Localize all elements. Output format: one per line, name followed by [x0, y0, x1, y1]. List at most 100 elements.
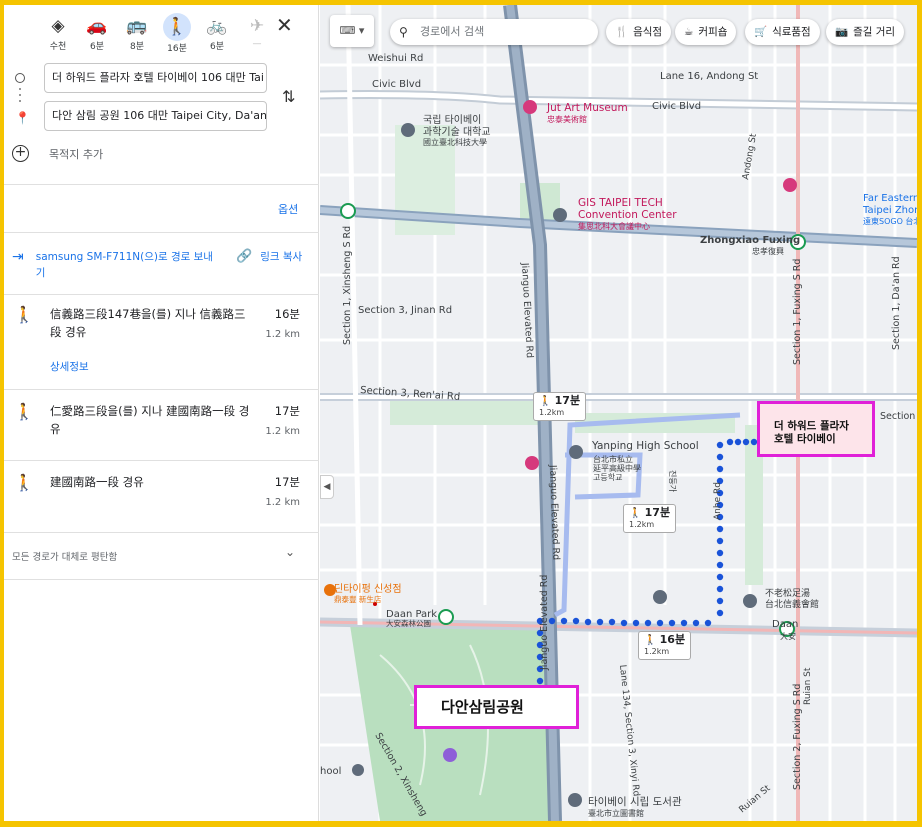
university-icon[interactable]: [401, 123, 415, 137]
mrt-station-icon[interactable]: [340, 203, 356, 219]
divider: [4, 232, 319, 233]
route-2-dist: 1.2 km: [265, 426, 300, 437]
label-jindong: 진둥가: [668, 470, 678, 493]
search-along-route-input[interactable]: ⚲ 경로에서 검색: [390, 19, 598, 45]
destination-pin-icon: 📍: [15, 111, 30, 125]
swap-icon[interactable]: ⇅: [282, 87, 295, 106]
label-jianguo-3: Jianguo Elevated Rd: [539, 575, 550, 671]
chip-things-label: 즐길 거리: [853, 26, 896, 38]
label-jinan: Section 3, Jinan Rd: [358, 305, 452, 316]
label-zhongxiao: Zhongxiao Fuxing: [700, 235, 800, 246]
label-yanping-zh1: 台北市私立: [593, 454, 633, 464]
walk-icon: 🚶: [539, 396, 552, 407]
mode-bike[interactable]: 🚲 6분: [199, 13, 235, 52]
label-daan-zh: 大安: [780, 631, 796, 641]
park-callout: 다안삼림공원: [414, 685, 579, 729]
app-frame: Weishui Rd Civic Blvd Civic Blvd Lane 16…: [4, 5, 917, 821]
mrt-station-icon-3[interactable]: [438, 609, 454, 625]
close-icon[interactable]: ✕: [276, 13, 293, 37]
label-gis-2: Convention Center: [578, 209, 677, 221]
mode-best-time: 수천: [49, 42, 67, 52]
library-icon[interactable]: [568, 793, 582, 807]
convention-icon[interactable]: [553, 208, 567, 222]
divider: [4, 294, 319, 295]
shopping-icon[interactable]: [783, 178, 797, 192]
send-to-phone-button[interactable]: ⇥ samsung SM-F711N(으)로 경로 보내기: [12, 249, 222, 281]
mode-flight[interactable]: ✈ —: [239, 13, 275, 49]
route-1-dist: 1.2 km: [265, 329, 300, 340]
route-tip-2[interactable]: 🚶 17분 1.2km: [623, 504, 677, 533]
chevron-down-icon[interactable]: ⌄: [285, 545, 295, 559]
label-library-zh: 臺北市立圖書館: [588, 808, 644, 818]
label-school-fragment: hool: [320, 766, 341, 777]
hotel-callout-line1: 더 하워드 플라자: [774, 420, 849, 432]
school-icon[interactable]: [569, 445, 583, 459]
school-icon-2[interactable]: [653, 590, 667, 604]
mode-walk-time: 16분: [167, 44, 187, 54]
shop-icon[interactable]: [525, 456, 539, 470]
route-tip-3-dist: 1.2km: [644, 647, 670, 656]
route-tip-1[interactable]: 🚶 17분 1.2km: [533, 392, 587, 421]
label-gis-zh: 集思北科大會議中心: [578, 221, 650, 231]
label-daan-station: Daan: [772, 619, 798, 630]
chip-restaurant[interactable]: 🍴 음식점: [606, 19, 672, 45]
route-tip-3[interactable]: 🚶 16분 1.2km: [638, 631, 692, 660]
chip-grocery[interactable]: 🛒 식료품점: [745, 19, 820, 45]
search-placeholder: 경로에서 검색: [420, 25, 485, 38]
route-1-details-link[interactable]: 상세정보: [50, 359, 89, 374]
route-dots: [19, 88, 21, 106]
route-option-1[interactable]: 🚶 信義路三段147巷을(를) 지나 信義路三段 경유 16분 1.2 km 상…: [4, 305, 319, 385]
mode-bike-time: 6분: [209, 42, 224, 52]
plane-icon: ✈: [249, 16, 265, 36]
mode-transit[interactable]: 🚌 8분: [119, 13, 155, 52]
destination-input[interactable]: 다안 삼림 공원 106 대만 Taipei City, Da'an D: [44, 101, 267, 131]
school-icon-3[interactable]: [352, 764, 364, 776]
label-jutart-zh: 忠泰美術館: [547, 114, 587, 124]
route-2-time: 17분: [274, 404, 300, 418]
diamond-directions-icon: ◈: [51, 16, 65, 36]
directions-panel: ◈ 수천 🚗 6분 🚌 8분 🚶 16분 🚲 6분 ✈ — ✕ 📍 더 하워드 …: [4, 5, 319, 821]
origin-circle-icon: [15, 73, 25, 83]
mode-car-time: 6분: [89, 42, 104, 52]
label-budong-1: 不老松足湯: [765, 587, 810, 599]
label-yanping-zh2: 延平高級中學: [593, 463, 641, 473]
options-button[interactable]: 옵션: [278, 201, 298, 217]
label-ntut-1: 국립 타이베이: [423, 113, 481, 126]
origin-input[interactable]: 더 하워드 플라자 호텔 타이베이 106 대만 Tai: [44, 63, 267, 93]
walk-icon: 🚶: [629, 508, 642, 519]
mode-walk[interactable]: 🚶 16분: [159, 13, 195, 54]
label-budong-2: 台北信義會館: [765, 598, 819, 610]
label-weishui: Weishui Rd: [368, 53, 423, 64]
route-option-2[interactable]: 🚶 仁愛路三段을(를) 지나 建國南路一段 경유 17분 1.2 km: [4, 402, 319, 457]
coffee-icon: ☕: [684, 26, 694, 38]
plus-icon: +: [12, 145, 29, 162]
park-poi-icon[interactable]: [443, 748, 457, 762]
mode-best[interactable]: ◈ 수천: [40, 13, 76, 52]
route-1-desc: 信義路三段147巷을(를) 지나 信義路三段 경유: [50, 307, 246, 339]
label-civic-2: Civic Blvd: [652, 101, 701, 112]
collapse-panel-button[interactable]: ◀: [320, 475, 334, 499]
add-destination-button[interactable]: + 목적지 추가: [12, 145, 103, 162]
walk-icon: 🚶: [163, 13, 191, 41]
label-anhe: Anhe Rd: [713, 482, 723, 520]
route-tip-1-dist: 1.2km: [539, 408, 565, 417]
route-3-time: 17분: [274, 475, 300, 489]
chip-coffee[interactable]: ☕ 커피숍: [675, 19, 737, 45]
label-fareast-zh: 遠東SOGO 台北: [863, 216, 917, 226]
input-tools-button[interactable]: ⌨ ▾: [330, 15, 374, 47]
copy-link-label: 링크 복사: [260, 251, 303, 263]
route-option-3[interactable]: 🚶 建國南路一段 경유 17분 1.2 km: [4, 473, 319, 528]
copy-link-button[interactable]: 🔗 링크 복사: [236, 249, 306, 265]
label-ntut-2: 과학기술 대학교: [423, 126, 491, 138]
label-lane16: Lane 16, Andong St: [660, 71, 758, 82]
mode-car[interactable]: 🚗 6분: [79, 13, 115, 52]
museum-icon[interactable]: [523, 100, 537, 114]
label-dintaifung: 딘타이펑 신성점: [334, 583, 402, 595]
route-tip-2-dist: 1.2km: [629, 520, 655, 529]
hotel-callout-line2: 호텔 타이베이: [774, 433, 836, 445]
walk-icon: 🚶: [14, 473, 34, 492]
place-icon[interactable]: [743, 594, 757, 608]
walk-icon: 🚶: [14, 402, 34, 421]
chip-coffee-label: 커피숍: [698, 26, 728, 38]
chip-things-to-do[interactable]: 📷 즐길 거리: [826, 19, 905, 45]
